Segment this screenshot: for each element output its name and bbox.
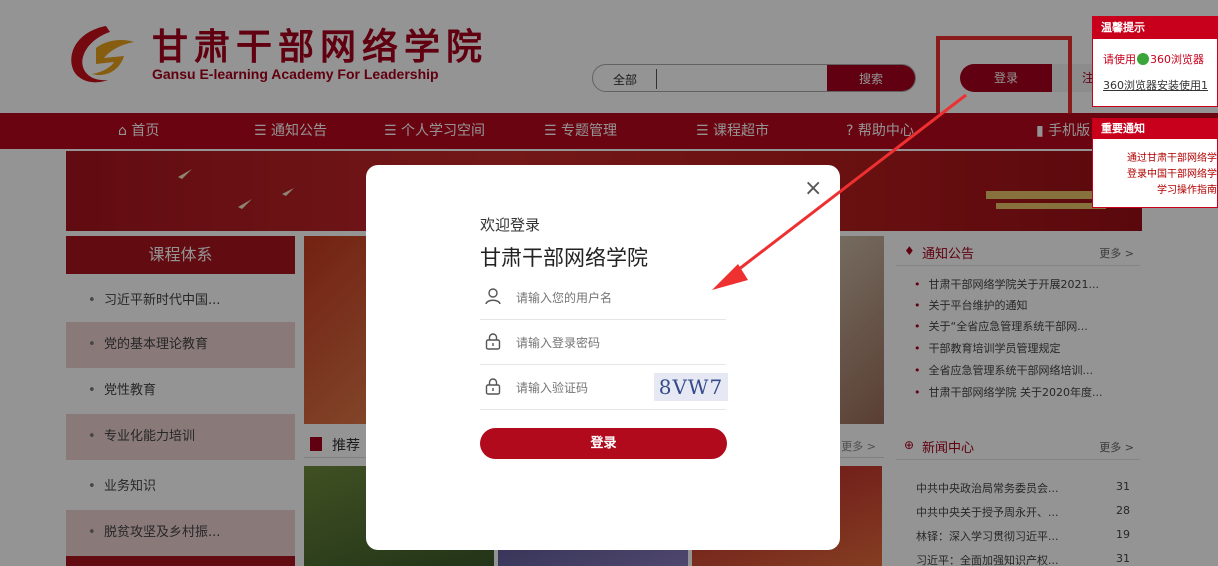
lock-icon: [485, 333, 501, 350]
important-notice-link[interactable]: 学习操作指南: [1157, 181, 1217, 196]
tip-install-link[interactable]: 360浏览器安装使用1: [1103, 77, 1208, 93]
username-field: [480, 276, 726, 320]
tip-popup: 温馨提示 请使用 360浏览器 360浏览器安装使用1: [1092, 16, 1218, 107]
captcha-input[interactable]: [516, 378, 646, 398]
tip-title: 温馨提示: [1093, 17, 1217, 39]
tip-browser-prefix: 请使用: [1103, 53, 1136, 66]
important-notice-link[interactable]: 登录中国干部网络学: [1127, 165, 1217, 180]
tip-browser-line: 请使用 360浏览器: [1103, 51, 1204, 67]
user-icon: [485, 288, 501, 305]
important-notice-popup: 重要通知 通过甘肃干部网络学 登录中国干部网络学 学习操作指南: [1092, 118, 1218, 208]
browser-icon: [1137, 53, 1149, 65]
tip-browser-name: 360浏览器: [1150, 53, 1204, 66]
important-notice-link[interactable]: 通过甘肃干部网络学: [1127, 149, 1217, 164]
modal-welcome: 欢迎登录: [480, 216, 541, 234]
password-field: [480, 321, 726, 365]
page: 甘肃干部网络学院 Gansu E-learning Academy For Le…: [0, 0, 1218, 566]
modal-title: 甘肃干部网络学院: [480, 246, 648, 270]
important-notice-title: 重要通知: [1093, 119, 1217, 139]
lock-icon: [485, 378, 501, 395]
close-icon[interactable]: ×: [804, 178, 822, 200]
modal-login-button[interactable]: 登录: [480, 428, 727, 459]
password-input[interactable]: [516, 333, 716, 353]
captcha-image[interactable]: 8VW7: [654, 373, 728, 401]
login-modal: × 欢迎登录 甘肃干部网络学院 8VW7: [366, 165, 840, 550]
username-input[interactable]: [516, 288, 716, 308]
